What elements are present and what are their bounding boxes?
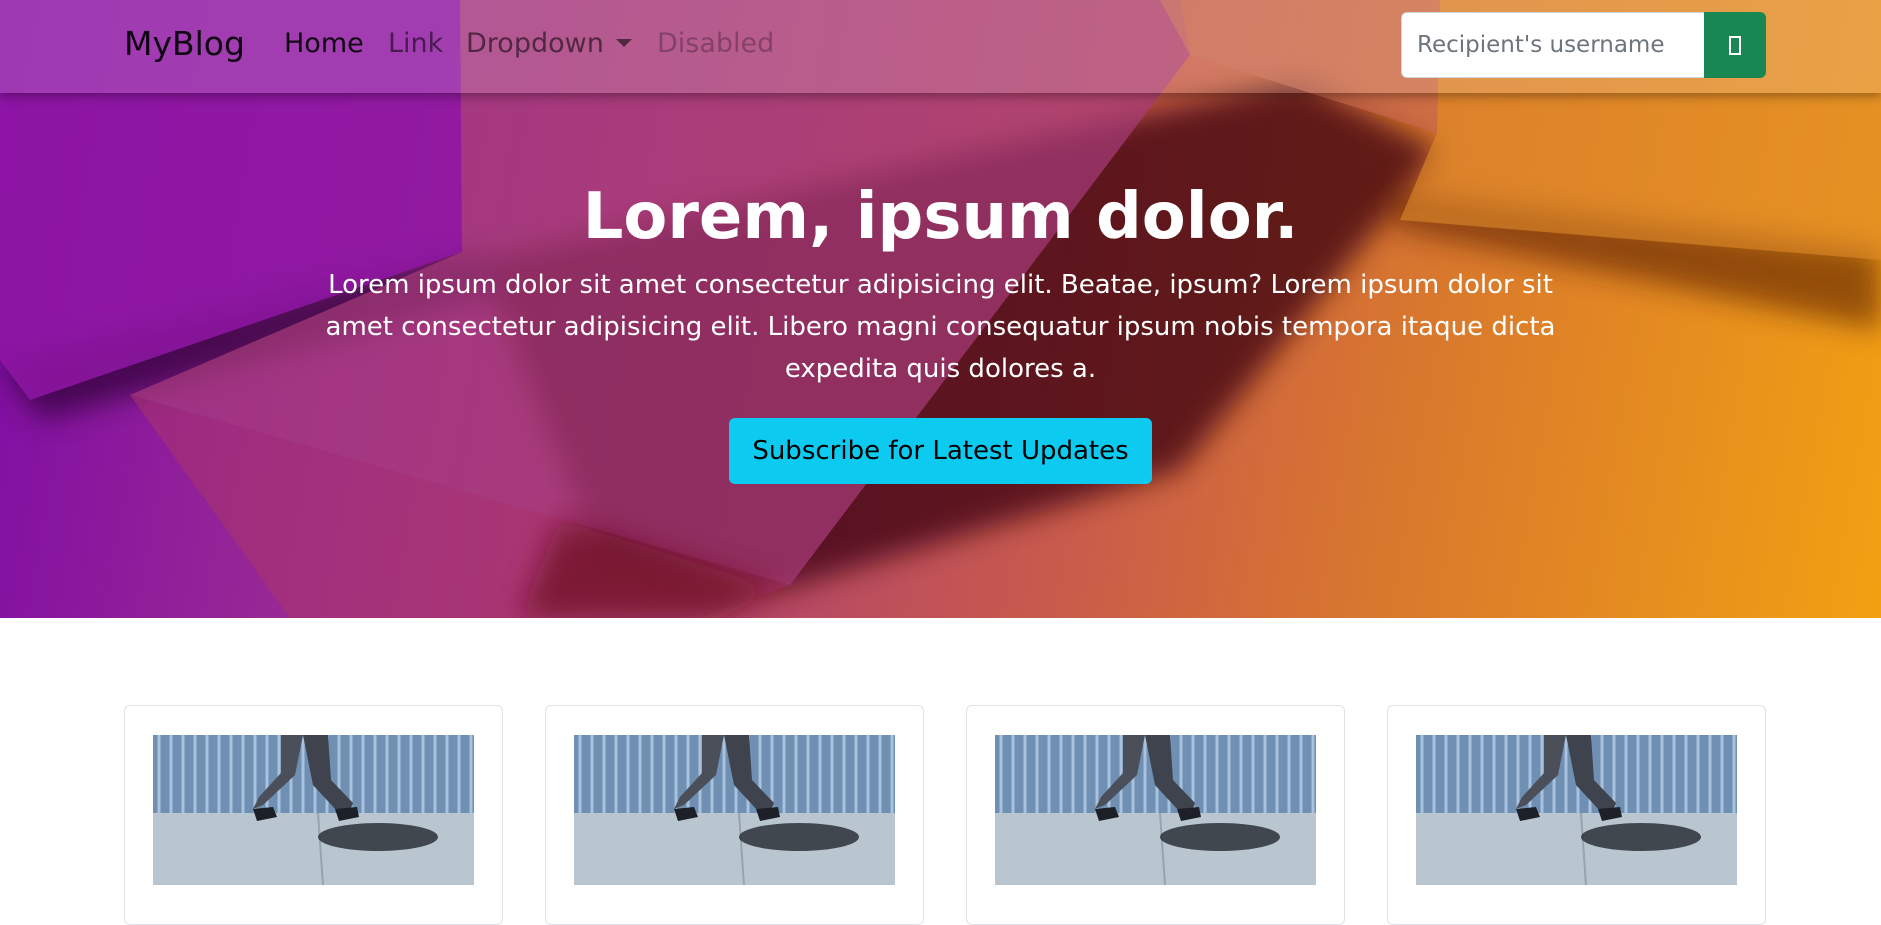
hero-title: Lorem, ipsum dolor. (582, 180, 1299, 254)
subscribe-button[interactable]: Subscribe for Latest Updates (729, 418, 1152, 484)
nav-dropdown-label: Dropdown (466, 28, 604, 59)
card-grid (124, 705, 1766, 925)
card-image (1416, 735, 1737, 885)
walking-person-photo (153, 735, 474, 885)
post-card[interactable] (966, 705, 1345, 925)
card-image (153, 735, 474, 885)
brand-logo[interactable]: MyBlog (124, 24, 245, 63)
nav-link-link[interactable]: Link (388, 28, 443, 59)
hero-description: Lorem ipsum dolor sit amet consectetur a… (325, 270, 1556, 384)
hero-content: Lorem, ipsum dolor. Lorem ipsum dolor si… (0, 170, 1881, 484)
card-image (995, 735, 1316, 885)
search-submit-button[interactable] (1704, 12, 1766, 78)
card-image (574, 735, 895, 885)
walking-person-photo (1416, 735, 1737, 885)
post-card[interactable] (545, 705, 924, 925)
post-card[interactable] (124, 705, 503, 925)
box-icon (1729, 35, 1741, 55)
walking-person-photo (574, 735, 895, 885)
hero-section: MyBlog Home Link Dropdown Disabled Lorem… (0, 0, 1881, 618)
caret-down-icon (615, 39, 632, 47)
nav-dropdown-toggle[interactable]: Dropdown (466, 28, 632, 59)
search-form (1401, 12, 1766, 78)
nav-link-disabled: Disabled (657, 28, 775, 59)
post-card[interactable] (1387, 705, 1766, 925)
nav-link-home[interactable]: Home (284, 28, 364, 59)
navbar: MyBlog Home Link Dropdown Disabled (0, 0, 1881, 93)
walking-person-photo (995, 735, 1316, 885)
recipient-username-input[interactable] (1401, 12, 1704, 78)
